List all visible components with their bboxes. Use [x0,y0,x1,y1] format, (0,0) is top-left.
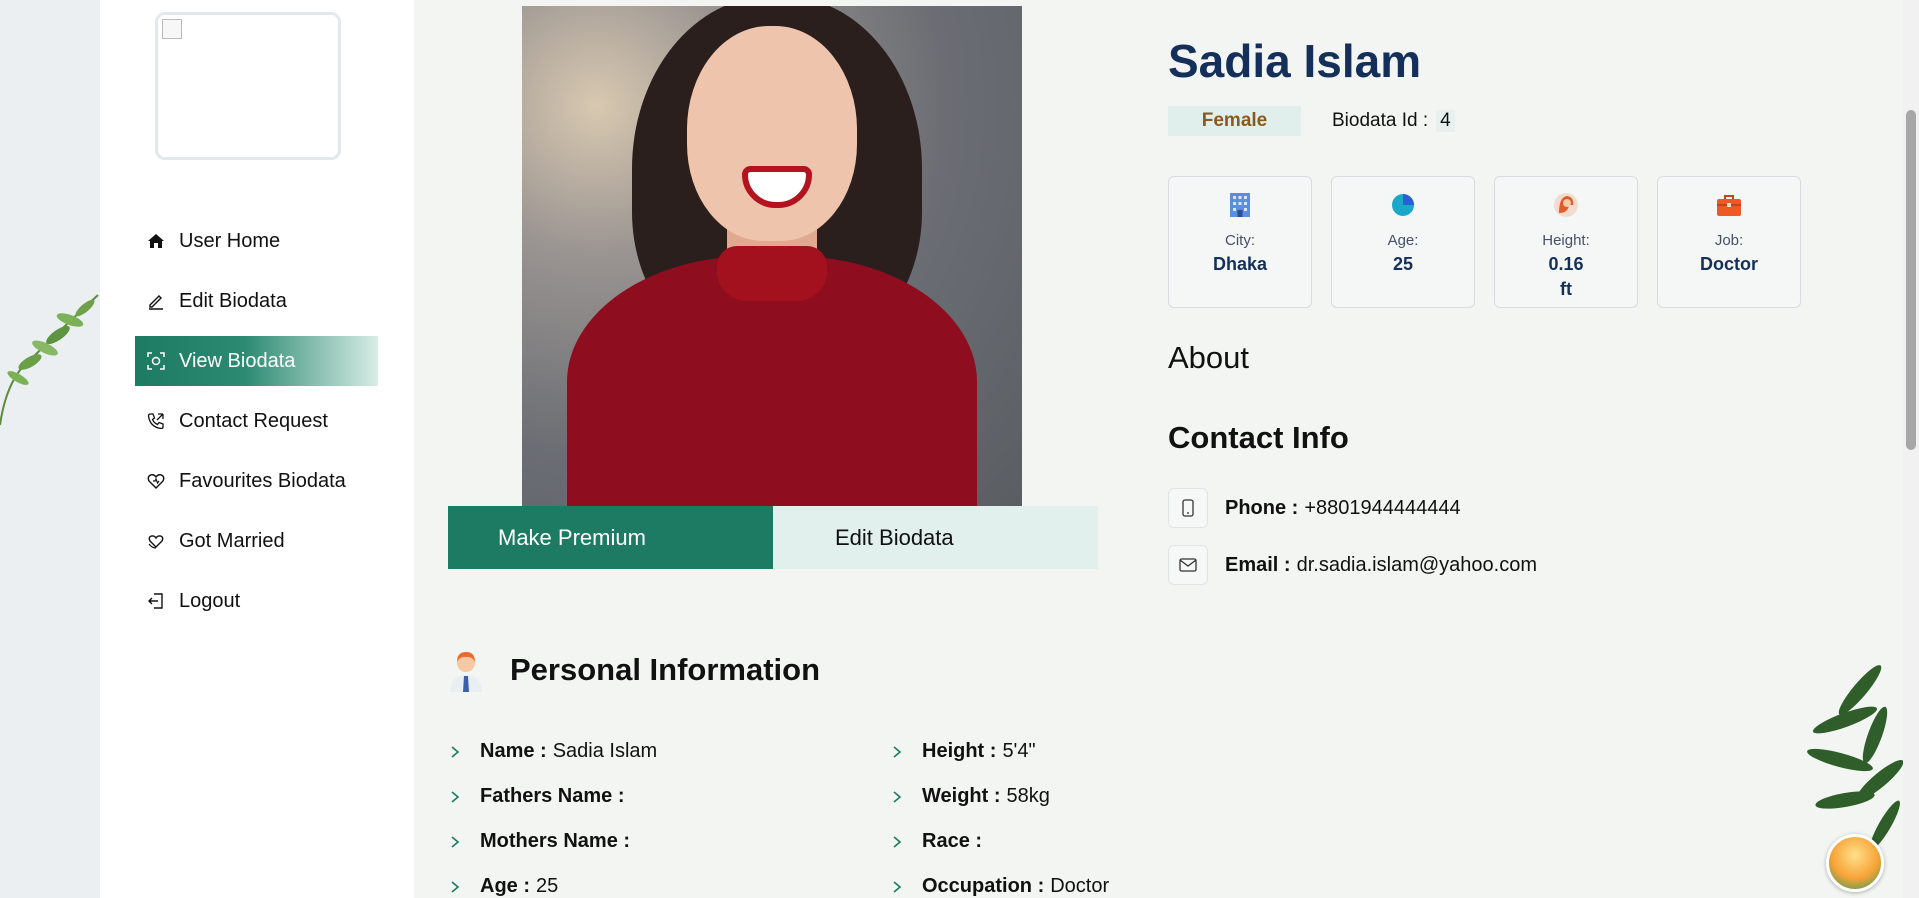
card-label: Age: [1387,232,1419,249]
briefcase-icon [1717,195,1741,216]
age-card: Age: 25 [1331,176,1475,308]
contact-info-heading: Contact Info [1168,420,1349,455]
info-row-height: Height :5'4" [890,740,1036,763]
mail-icon [1168,545,1208,585]
info-label: Fathers Name : [480,785,625,807]
info-label: Mothers Name : [480,830,631,852]
chevron-right-icon [893,790,902,803]
profile-photo [522,6,1022,506]
info-row-occupation: Occupation : Doctor [890,875,1109,898]
sidebar-item-label: Got Married [179,529,285,552]
heart-hands-icon [145,530,167,552]
info-row-mothers-name: Mothers Name : [448,830,636,853]
city-icon [1230,193,1250,217]
info-row-race: Race : [890,830,988,853]
scan-icon [145,350,167,372]
make-premium-button[interactable]: Make Premium [448,506,773,569]
floating-widget-button[interactable] [1826,834,1884,892]
info-row-weight: Weight :58kg [890,785,1050,808]
job-card: Job: Doctor [1657,176,1801,308]
profile-name: Sadia Islam [1168,35,1422,87]
phone-label: Phone : [1225,496,1299,519]
sidebar-item-label: Logout [179,589,241,612]
decorative-leaf-left [0,294,99,426]
personal-information-heading: Personal Information [448,648,820,692]
card-value: Doctor [1700,254,1758,274]
phone-value[interactable]: +8801944444444 [1304,497,1460,520]
height-unit: ft [1560,279,1572,299]
sidebar-item-user-home[interactable]: User Home [135,216,378,266]
chevron-right-icon [451,835,460,848]
pie-icon [1392,194,1414,216]
mobile-icon [1168,488,1208,528]
height-card: Height: 0.16 ft [1494,176,1638,308]
site-logo[interactable] [155,12,341,160]
info-value: 25 [536,875,559,897]
home-icon [145,230,167,252]
chevron-right-icon [893,745,902,758]
sidebar-item-got-married[interactable]: Got Married [135,516,378,566]
person-icon [450,652,482,692]
sidebar-item-view-biodata[interactable]: View Biodata [135,336,378,386]
biodata-id: Biodata Id : 4 [1332,106,1455,136]
info-label: Race : [922,830,983,852]
info-label: Age : [480,875,530,897]
heart-icon [145,470,167,492]
height-icon [1554,193,1578,217]
chevron-right-icon [893,835,902,848]
scrollbar-thumb[interactable] [1906,110,1916,450]
sidebar-item-label: Contact Request [179,409,328,432]
card-value: Dhaka [1212,254,1268,274]
profile-action-buttons: Make Premium Edit Biodata [448,506,1098,569]
card-label: City: [1225,232,1255,249]
sidebar-item-edit-biodata[interactable]: Edit Biodata [135,276,378,326]
info-value: 5'4" [1002,740,1036,762]
sidebar-item-favourites-biodata[interactable]: Favourites Biodata [135,456,378,506]
pencil-icon [145,290,167,312]
sidebar-nav: User Home Edit Biodata View Biodata Cont… [135,216,378,636]
biodata-id-value: 4 [1436,110,1455,132]
email-row: Email : dr.sadia.islam@yahoo.com [1168,545,1537,585]
phone-row: Phone : +8801944444444 [1168,488,1461,528]
sidebar-item-contact-request[interactable]: Contact Request [135,396,378,446]
chevron-right-icon [451,790,460,803]
personal-information-title: Personal Information [510,652,821,687]
card-value: 0.16 ft [1495,252,1637,302]
chevron-right-icon [893,880,902,893]
city-card: City: Dhaka [1168,176,1312,308]
info-value: Sadia Islam [552,740,658,762]
logout-icon [145,590,167,612]
chevron-right-icon [451,880,460,893]
broken-image-icon [162,19,182,39]
page-left-background [0,0,100,898]
sidebar-item-logout[interactable]: Logout [135,576,378,626]
info-label: Occupation : [922,875,1045,897]
info-label: Weight : [922,785,1001,807]
info-label: Name : [480,740,547,762]
sidebar-item-label: Favourites Biodata [179,469,346,492]
phone-icon [145,410,167,432]
email-label: Email : [1225,553,1291,576]
sidebar-item-label: Edit Biodata [179,289,287,312]
about-heading: About [1168,340,1250,375]
chevron-right-icon [451,745,460,758]
info-row-age: Age : 25 [448,875,558,898]
info-row-name: Name : Sadia Islam [448,740,657,763]
height-value: 0.16 [1548,254,1584,274]
card-value: 25 [1392,254,1414,274]
card-label: Height: [1542,232,1590,249]
edit-biodata-button[interactable]: Edit Biodata [773,506,1098,569]
info-value: 58kg [1006,785,1050,807]
sidebar-item-label: User Home [179,229,281,252]
info-value: Doctor [1050,875,1110,897]
sidebar-item-label: View Biodata [179,349,296,372]
card-label: Job: [1714,232,1744,249]
email-value[interactable]: dr.sadia.islam@yahoo.com [1297,554,1537,577]
info-label: Height : [922,740,997,762]
info-row-fathers-name: Fathers Name : [448,785,631,808]
biodata-id-label: Biodata Id : [1332,110,1429,131]
gender-badge: Female [1168,106,1301,136]
